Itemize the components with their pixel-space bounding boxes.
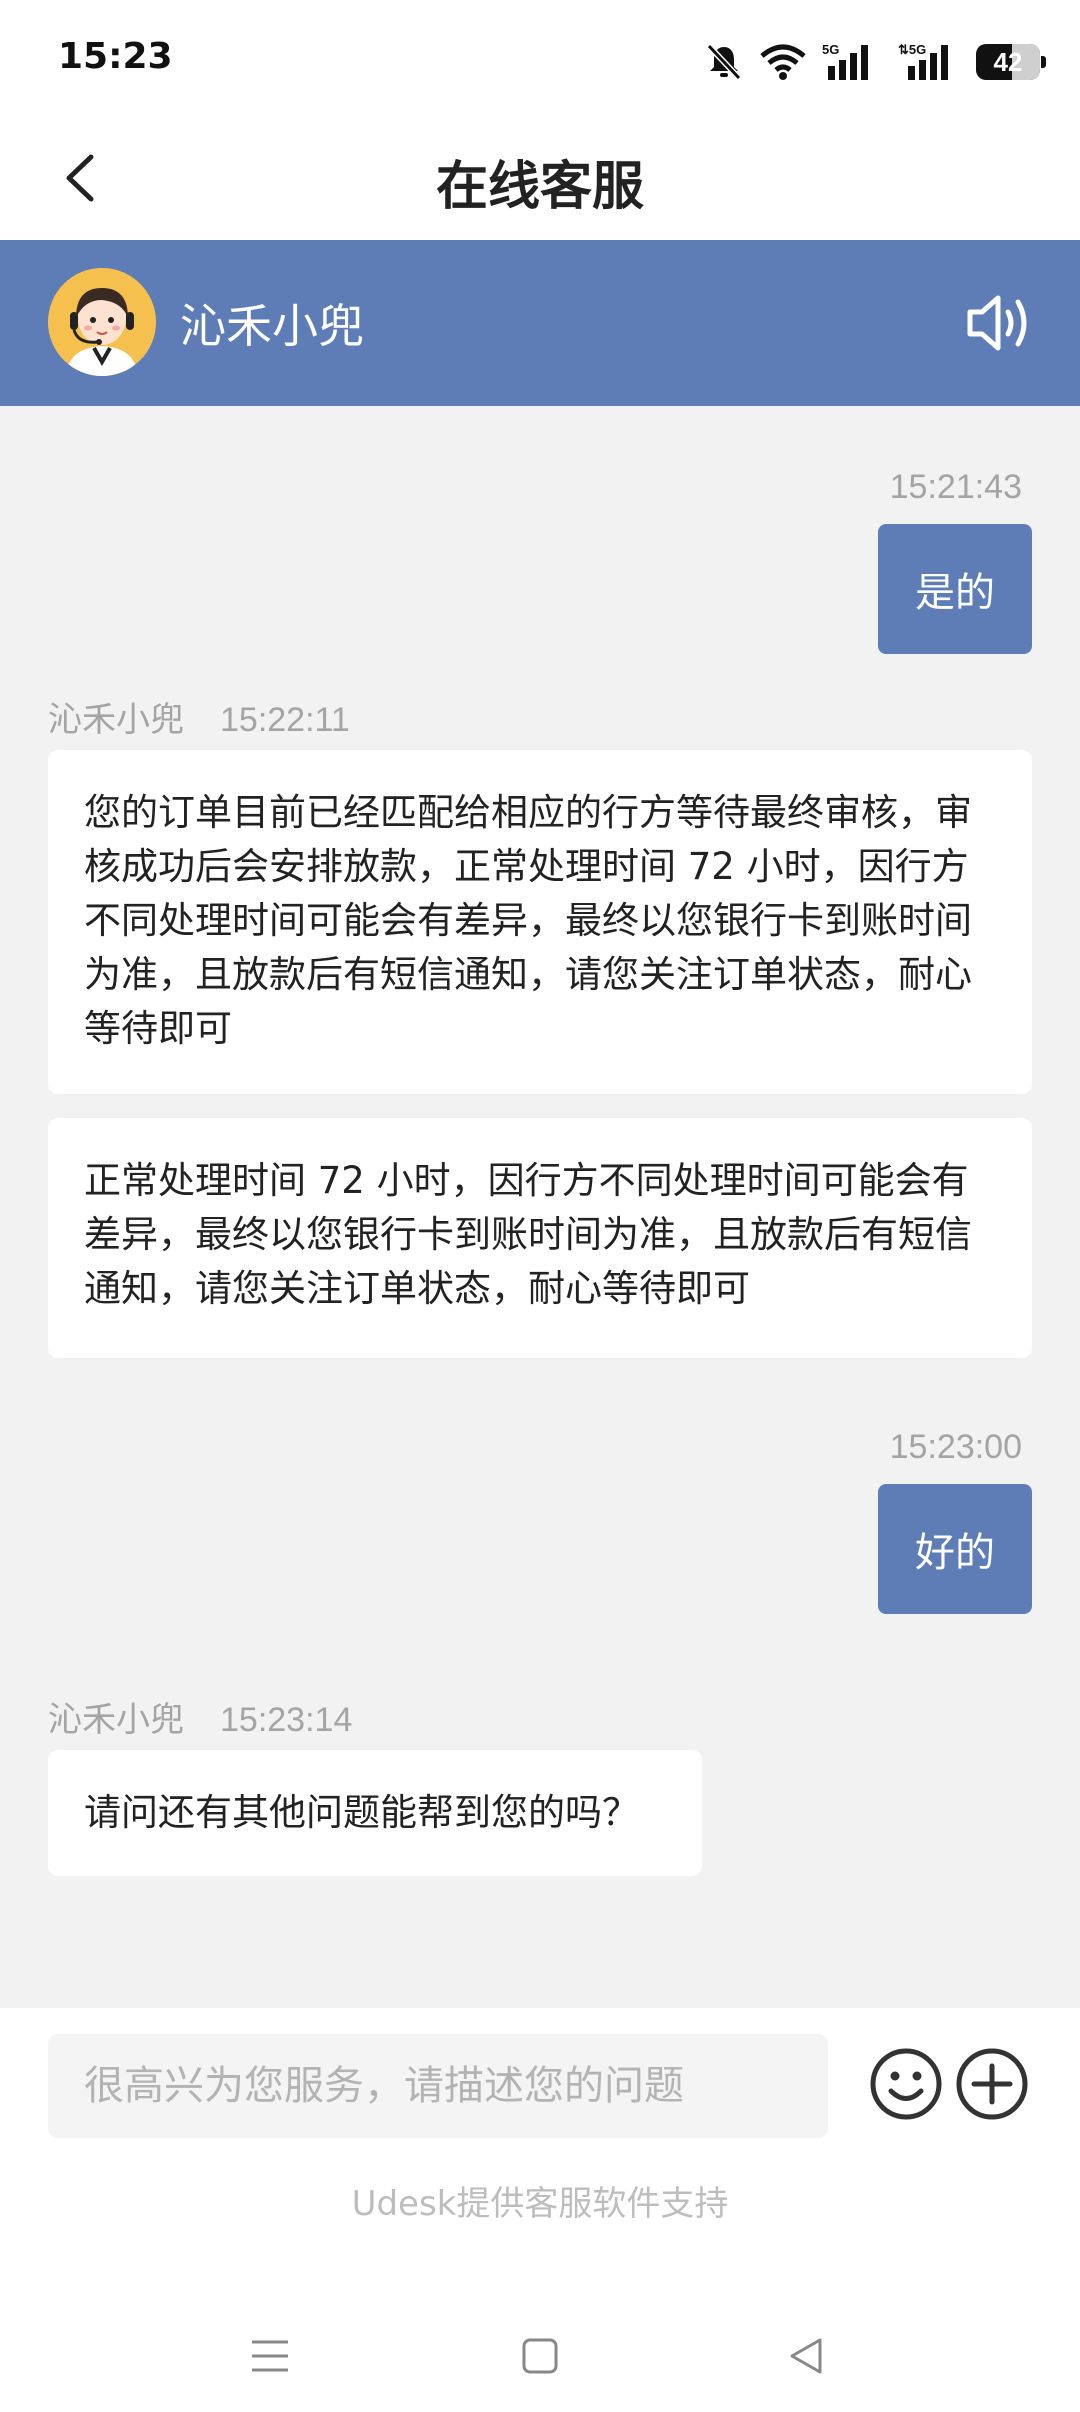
speaker-icon — [967, 295, 1027, 351]
title-bar: 在线客服 — [0, 118, 1080, 240]
message-input[interactable] — [48, 2034, 828, 2138]
incoming-message[interactable]: 请问还有其他问题能帮到您的吗？ — [48, 1750, 702, 1876]
menu-button[interactable] — [240, 2326, 300, 2386]
5g-signal-icon: 5G — [822, 42, 868, 80]
chat-area[interactable]: 15:21:43 是的 沁禾小兜 15:22:11 您的订单目前已经匹配给相应的行… — [0, 406, 1080, 2008]
smile-icon — [870, 2048, 942, 2120]
system-back-button[interactable] — [776, 2326, 836, 2386]
menu-icon — [252, 2340, 288, 2372]
message-timestamp: 15:22:11 — [220, 701, 350, 739]
status-icons: 5G ⇅5G 42 — [704, 36, 1046, 88]
svg-text:⇅5G: ⇅5G — [898, 42, 926, 57]
svg-text:5G: 5G — [822, 42, 839, 57]
battery-icon: 42 — [976, 44, 1046, 80]
plus-circle-icon — [956, 2048, 1028, 2120]
message-timestamp: 15:21:43 — [889, 468, 1022, 506]
battery-text: 42 — [993, 46, 1023, 77]
message-timestamp: 15:23:00 — [889, 1428, 1022, 1466]
status-bar: 15:23 5G ⇅5G 42 — [0, 0, 1080, 118]
agent-header: 沁禾小兜 — [0, 240, 1080, 406]
wifi-icon — [760, 44, 806, 80]
system-nav-bar — [0, 2296, 1080, 2412]
speaker-button[interactable] — [964, 288, 1038, 358]
5g-signal-icon: ⇅5G — [898, 42, 948, 80]
home-square-icon — [522, 2338, 558, 2374]
agent-name: 沁禾小兜 — [180, 299, 364, 353]
outgoing-message[interactable]: 好的 — [878, 1484, 1032, 1614]
sender-name: 沁禾小兜 — [48, 700, 184, 740]
status-time: 15:23 — [58, 36, 173, 77]
home-button[interactable] — [510, 2326, 570, 2386]
agent-avatar — [48, 268, 156, 376]
sender-name: 沁禾小兜 — [48, 1700, 184, 1740]
more-button[interactable] — [954, 2046, 1030, 2122]
outgoing-message[interactable]: 是的 — [878, 524, 1032, 654]
message-meta: 沁禾小兜 15:22:11 — [48, 692, 350, 741]
mute-bell-icon — [706, 43, 742, 81]
page-title: 在线客服 — [435, 157, 644, 217]
incoming-message[interactable]: 您的订单目前已经匹配给相应的行方等待最终审核，审核成功后会安排放款，正常处理时间… — [48, 750, 1032, 1094]
incoming-message[interactable]: 正常处理时间 72 小时，因行方不同处理时间可能会有差异，最终以您银行卡到账时间… — [48, 1118, 1032, 1358]
back-triangle-icon — [790, 2338, 822, 2374]
message-meta: 沁禾小兜 15:23:14 — [48, 1692, 352, 1741]
message-timestamp: 15:23:14 — [220, 1701, 353, 1739]
powered-by-text: Udesk提供客服软件支持 — [351, 2184, 729, 2224]
agent-avatar-icon — [48, 268, 156, 376]
emoji-button[interactable] — [868, 2046, 944, 2122]
